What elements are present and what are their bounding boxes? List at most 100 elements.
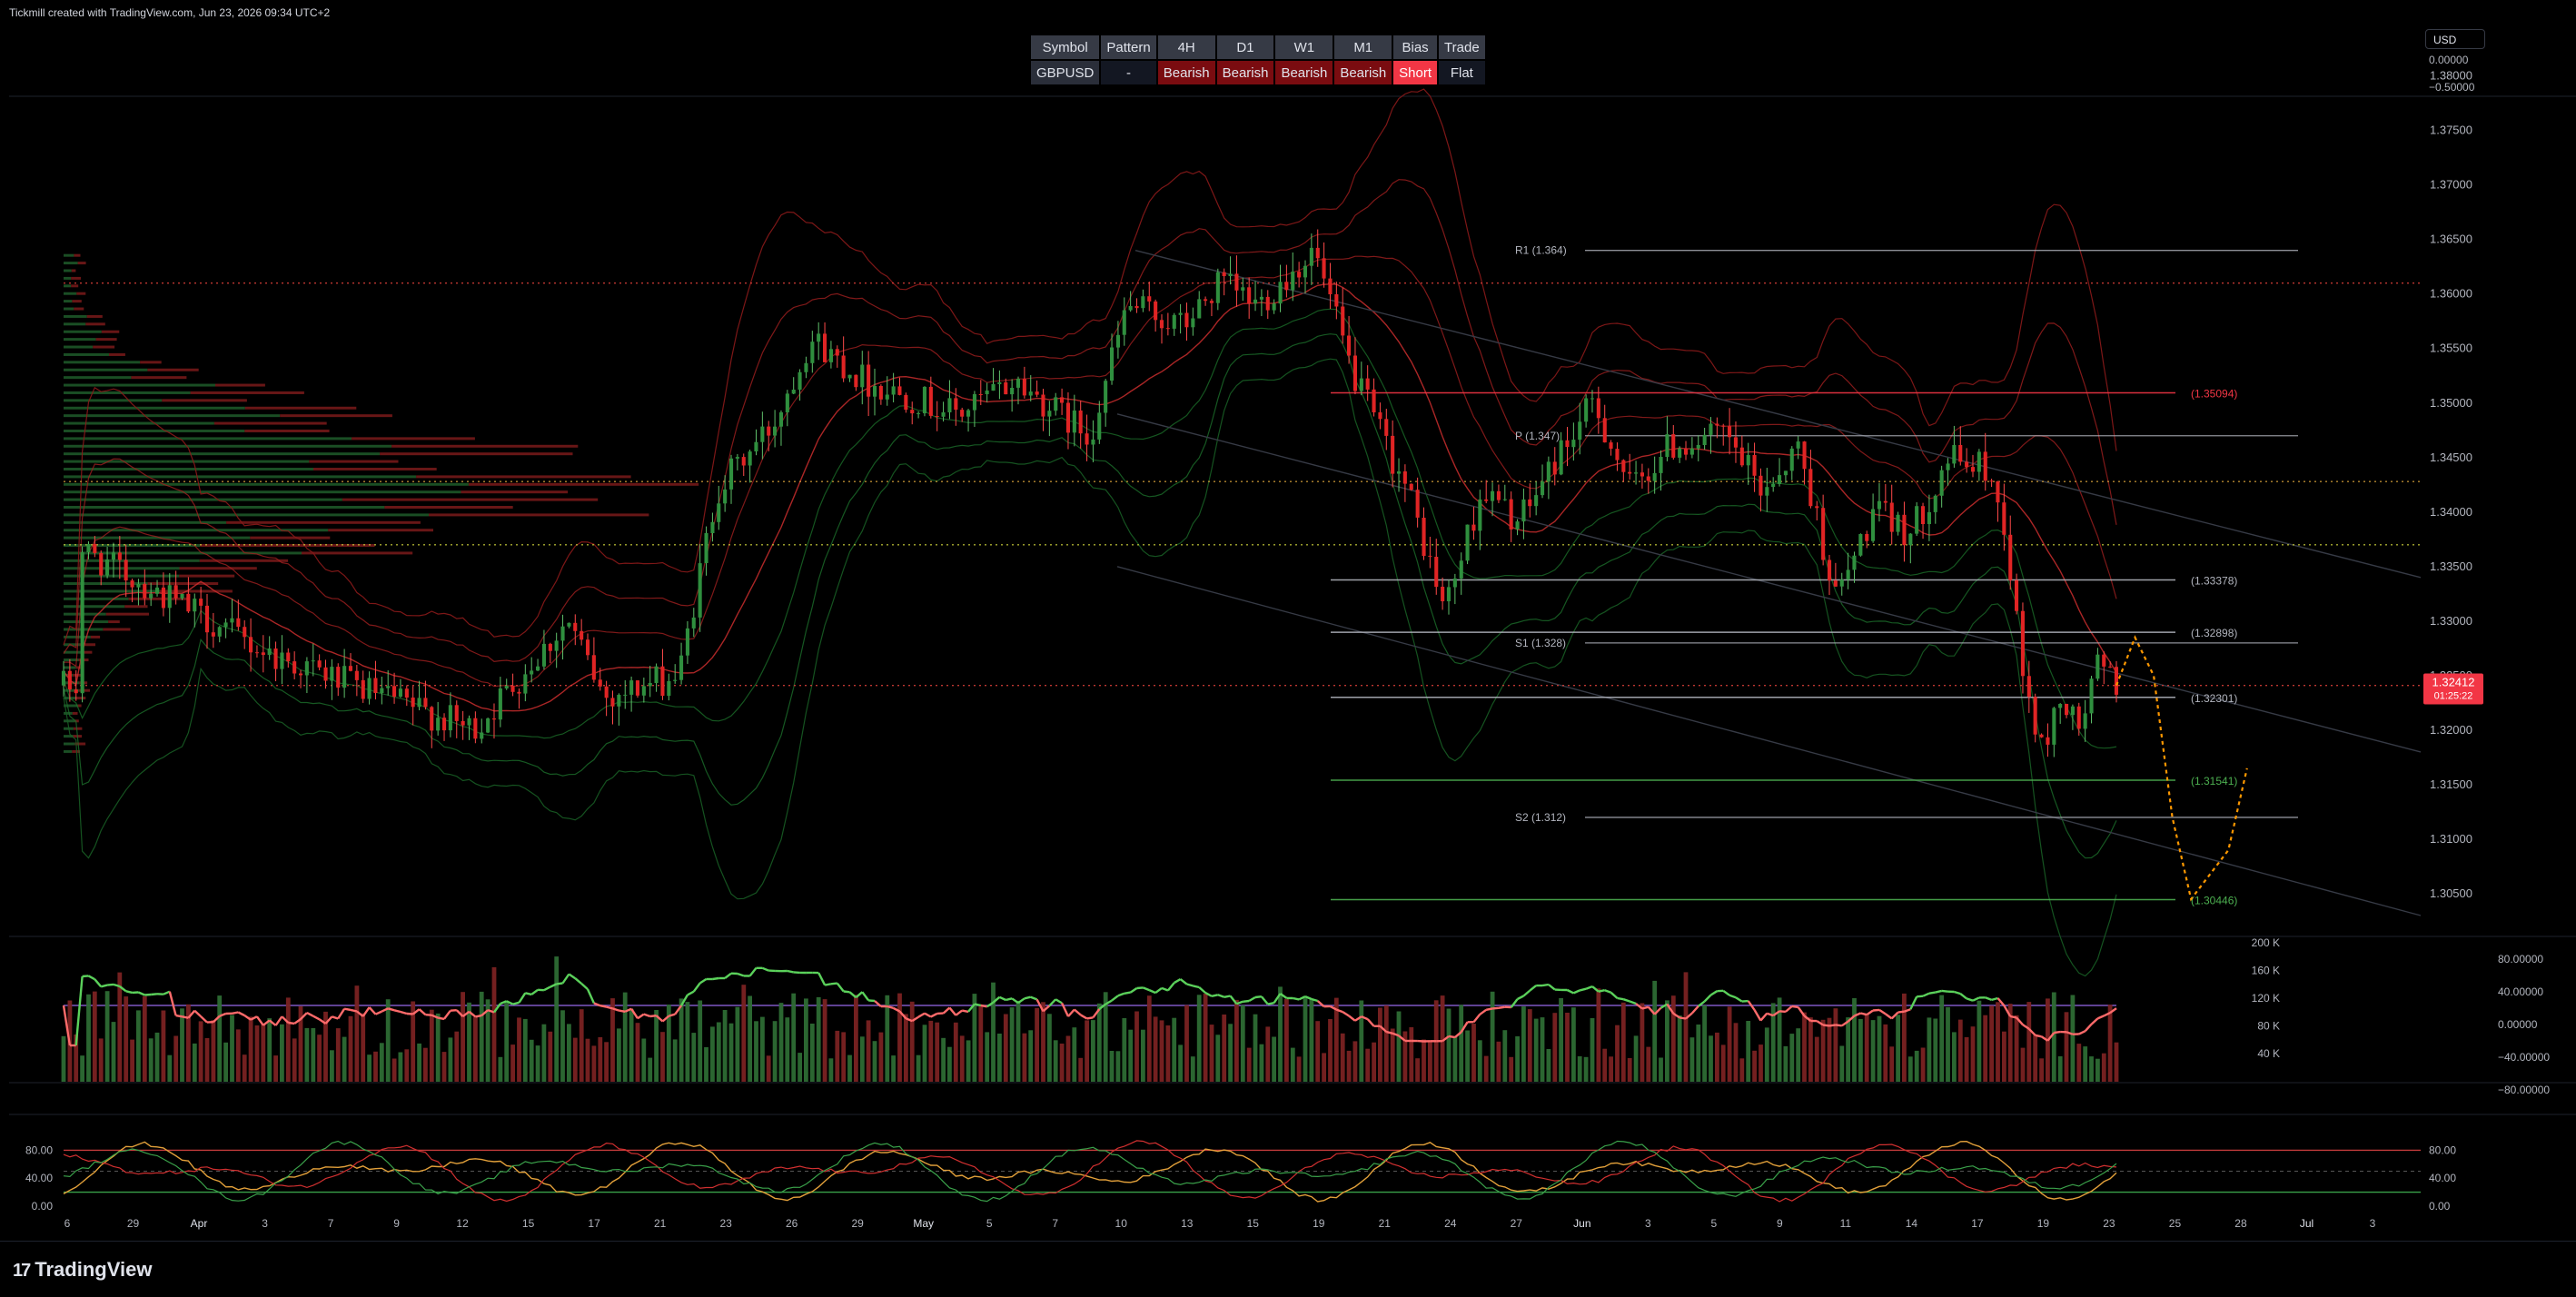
- volume-bar: [255, 1025, 260, 1082]
- candle-body: [854, 375, 857, 388]
- volume-profile-bar: [250, 537, 330, 540]
- candle-body: [274, 648, 278, 669]
- rsi-line-segment: [1618, 998, 1624, 999]
- volume-bar: [748, 996, 752, 1083]
- candle-body: [1353, 356, 1357, 391]
- time-tick-label: 26: [786, 1217, 798, 1230]
- candle-body: [573, 623, 577, 631]
- volume-profile-bar: [102, 331, 120, 333]
- candle-body: [549, 644, 552, 651]
- candle-body: [268, 648, 272, 655]
- candle-body: [1054, 397, 1057, 411]
- volume-bar: [991, 983, 996, 1082]
- chart-frame[interactable]: R1 (1.364)P (1.347)S1 (1.328)S2 (1.312)(…: [0, 24, 2576, 1241]
- volume-bar: [592, 1045, 597, 1082]
- time-tick-label: Jun: [1573, 1217, 1590, 1230]
- candle-body: [1204, 299, 1207, 301]
- pivot-level-label: S2 (1.312): [1515, 811, 1566, 824]
- candle-body: [660, 667, 664, 696]
- candle-body: [162, 588, 165, 609]
- volume-bar: [86, 995, 91, 1082]
- volume-bar: [1715, 1033, 1719, 1082]
- volume-bar: [454, 1032, 459, 1082]
- volume-bar: [1047, 1014, 1052, 1082]
- volume-profile-bar: [64, 743, 75, 746]
- chart-canvas[interactable]: R1 (1.364)P (1.347)S1 (1.328)S2 (1.312)(…: [0, 24, 2576, 1241]
- rsi-line-segment: [1492, 1008, 1499, 1009]
- volume-bar: [286, 997, 291, 1082]
- volume-bar: [243, 1054, 247, 1082]
- candle-body: [1671, 434, 1675, 458]
- volume-profile-bar: [140, 361, 162, 363]
- candle-body: [2021, 611, 2025, 677]
- rsi-line-segment: [600, 1005, 607, 1006]
- price-tick-label: 1.37500: [2430, 124, 2472, 137]
- volume-bar: [847, 1055, 852, 1082]
- candle-body: [286, 653, 290, 662]
- volume-bar: [267, 1018, 272, 1082]
- rsi-line-segment: [831, 984, 837, 985]
- volume-bar: [1796, 1028, 1800, 1082]
- volume-profile-bar: [302, 551, 412, 554]
- candle-body: [1771, 484, 1775, 487]
- volume-bar: [660, 1032, 665, 1082]
- volume-bar: [461, 992, 465, 1082]
- candle-body: [2071, 707, 2075, 715]
- volume-bar: [648, 1058, 652, 1082]
- candle-body: [305, 661, 309, 675]
- volume-bar: [99, 1038, 104, 1082]
- volume-bar: [1010, 1007, 1015, 1082]
- volume-profile-bar: [64, 292, 76, 295]
- currency-selector[interactable]: USD: [2425, 29, 2485, 49]
- volume-bar: [1921, 1048, 1926, 1083]
- volume-bar: [467, 1003, 471, 1082]
- price-level-label: (1.35094): [2191, 387, 2237, 400]
- candle-body: [168, 585, 172, 608]
- volume-bar: [1878, 1016, 1882, 1082]
- candle-body: [586, 639, 590, 655]
- candle-body: [1797, 441, 1800, 449]
- candle-body: [423, 698, 427, 707]
- volume-bar: [62, 1036, 66, 1082]
- rsi-line-segment: [1386, 1032, 1392, 1034]
- candle-body: [199, 599, 203, 606]
- candle-body: [2015, 580, 2018, 611]
- volume-bar: [941, 1038, 946, 1082]
- volume-bar: [1534, 1019, 1539, 1082]
- time-tick-label: 19: [2037, 1217, 2050, 1230]
- candle-body: [923, 387, 926, 413]
- time-tick-label: Apr: [191, 1217, 208, 1230]
- volume-profile-bar: [64, 605, 124, 608]
- rsi-line-segment: [1224, 996, 1231, 997]
- volume-profile-bar: [64, 338, 96, 341]
- volume-bar: [817, 997, 821, 1082]
- candle-body: [1297, 272, 1301, 277]
- volume-bar: [1215, 1035, 1220, 1082]
- candle-body: [1590, 399, 1594, 400]
- candle-body: [1484, 500, 1488, 501]
- time-tick-label: Jul: [2300, 1217, 2313, 1230]
- volume-bar: [1646, 1047, 1650, 1082]
- price-tick-label: 1.35500: [2430, 342, 2472, 355]
- candle-body: [1347, 336, 1351, 356]
- volume-profile-bar: [384, 506, 512, 509]
- candle-body: [929, 387, 933, 416]
- volume-profile-bar: [64, 369, 147, 371]
- volume-bar: [1459, 1005, 1463, 1082]
- candle-body: [436, 718, 440, 730]
- candle-body: [1066, 403, 1070, 433]
- candle-body: [760, 427, 764, 442]
- volume-bar: [1889, 1046, 1894, 1082]
- candle-body: [1291, 272, 1294, 290]
- volume-profile-bar: [64, 506, 384, 509]
- candle-body: [779, 412, 783, 427]
- volume-bar: [1839, 1046, 1844, 1083]
- volume-bar: [1184, 1005, 1189, 1082]
- candle-body: [592, 655, 596, 679]
- candle-body: [1759, 476, 1762, 496]
- volume-bar: [1265, 1026, 1270, 1082]
- rsi-line-segment: [1006, 998, 1012, 1000]
- volume-bar: [2083, 1046, 2087, 1082]
- volume-profile-bar: [74, 254, 80, 257]
- candle-body: [155, 588, 159, 594]
